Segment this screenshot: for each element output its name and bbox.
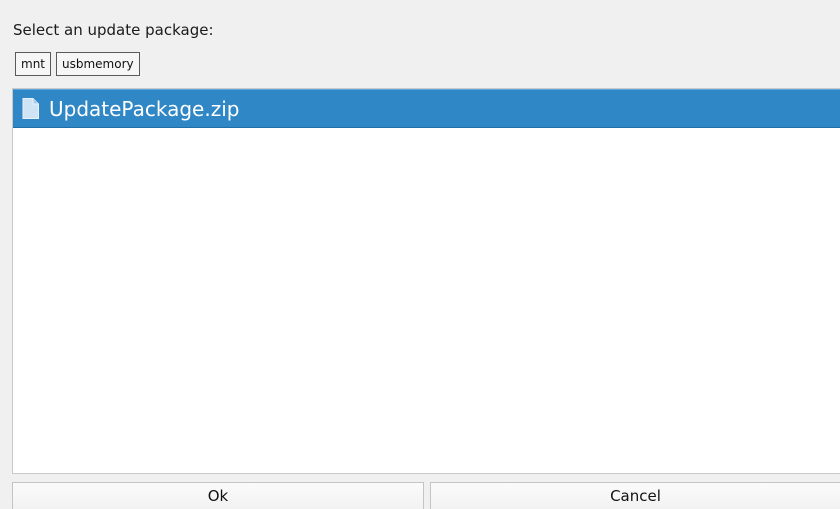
file-name: UpdatePackage.zip [49,97,240,121]
ok-button[interactable]: Ok [12,482,424,509]
dialog-prompt: Select an update package: [13,21,214,39]
cancel-button[interactable]: Cancel [430,482,840,509]
breadcrumb-item-usbmemory[interactable]: usbmemory [56,52,140,76]
file-list[interactable]: UpdatePackage.zip [12,88,840,474]
file-icon [22,98,39,119]
breadcrumb-item-mnt[interactable]: mnt [15,52,51,76]
breadcrumb: mnt usbmemory [15,52,140,76]
file-list-item[interactable]: UpdatePackage.zip [13,89,840,128]
